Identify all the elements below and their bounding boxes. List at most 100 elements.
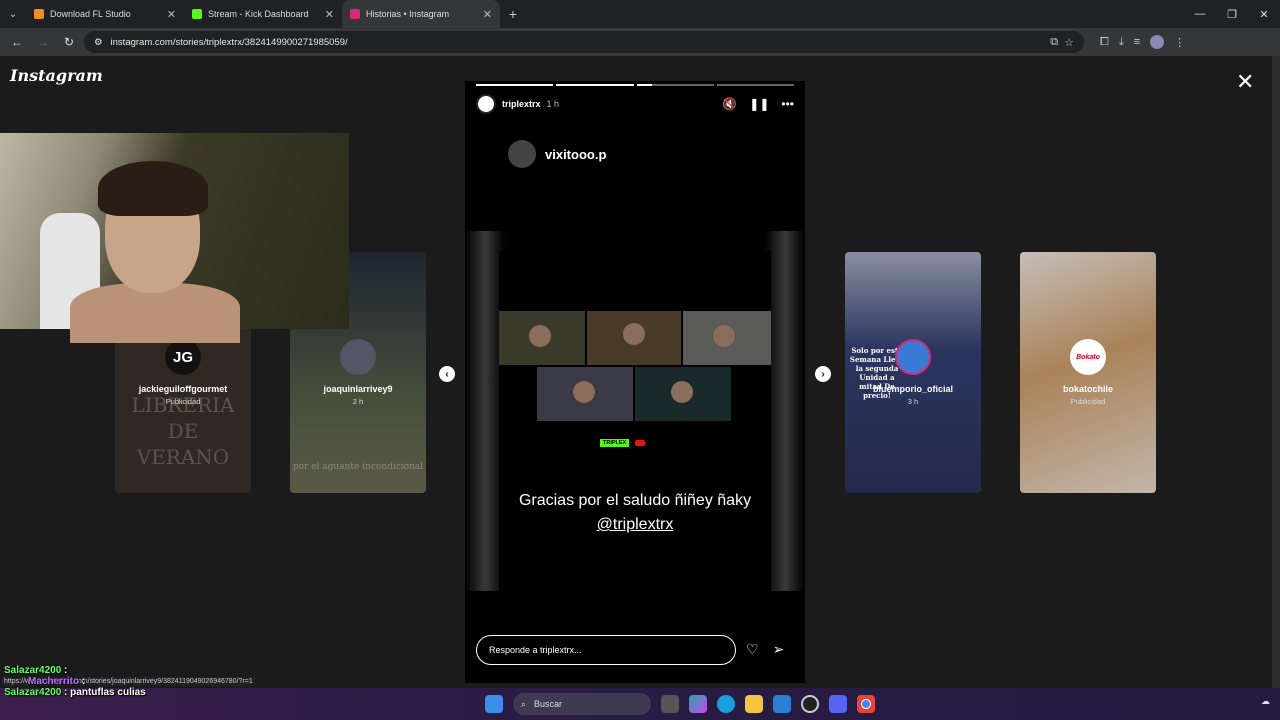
site-info-icon[interactable]: ⚙ bbox=[94, 37, 103, 48]
chat-username: Salazar4200 bbox=[4, 665, 62, 676]
avatar bbox=[895, 339, 931, 375]
close-tab-icon[interactable]: ✕ bbox=[483, 8, 492, 21]
video-tile bbox=[537, 367, 633, 421]
taskbar-search[interactable]: ⌕ Buscar bbox=[513, 693, 651, 715]
call-screenshot-grid bbox=[499, 311, 771, 421]
caption-text: Gracias por el saludo ñiñey ñaky bbox=[518, 492, 752, 509]
windows-start-icon[interactable] bbox=[485, 695, 503, 713]
forward-icon[interactable]: → bbox=[32, 31, 54, 53]
reply-input[interactable]: Responde a triplextrx... bbox=[476, 635, 736, 665]
mute-icon[interactable]: 🔇 bbox=[722, 97, 737, 111]
fl-studio-favicon-icon bbox=[34, 9, 44, 19]
maximize-icon[interactable]: ❐ bbox=[1216, 8, 1248, 21]
active-story[interactable]: triplextrx 1 h 🔇 ❚❚ ••• vixitooo.p TRIPL… bbox=[465, 81, 805, 683]
task-view-icon[interactable] bbox=[661, 695, 679, 713]
back-icon[interactable]: ← bbox=[6, 31, 28, 53]
more-options-icon[interactable]: ••• bbox=[781, 97, 794, 111]
stories-viewer: Instagram ✕ LIBRERIA DE VERANO JG jackie… bbox=[0, 56, 1272, 688]
menu-kebab-icon[interactable]: ⋮ bbox=[1174, 36, 1185, 49]
tab-fl-studio[interactable]: Download FL Studio ✕ bbox=[26, 0, 184, 28]
pause-icon[interactable]: ❚❚ bbox=[749, 97, 769, 111]
card-username: bokatochile bbox=[1062, 384, 1113, 394]
card-subtitle: Publicidad bbox=[1070, 397, 1106, 406]
bokato-logo: Bokato bbox=[1070, 339, 1106, 375]
instagram-logo[interactable]: Instagram bbox=[10, 66, 103, 85]
profile-avatar[interactable] bbox=[1150, 35, 1165, 49]
previous-story-arrow-icon[interactable]: ‹ bbox=[439, 366, 455, 382]
progress-segment bbox=[476, 84, 554, 86]
search-placeholder: Buscar bbox=[534, 699, 563, 709]
mention-avatar bbox=[508, 140, 536, 168]
youtube-icon bbox=[635, 440, 646, 446]
tab-instagram-stories[interactable]: Historias • Instagram ✕ bbox=[342, 0, 500, 28]
extensions-icon[interactable]: ⧠ bbox=[1100, 36, 1109, 49]
progress-segment bbox=[556, 84, 634, 86]
search-icon: ⌕ bbox=[521, 698, 527, 709]
store-icon[interactable] bbox=[773, 695, 791, 713]
progress-fill bbox=[636, 84, 652, 86]
brand-strip: TRIPLEX bbox=[600, 439, 646, 447]
video-tile bbox=[499, 311, 585, 365]
story-card-bokatochile[interactable]: Bokato bokatochile Publicidad bbox=[1020, 252, 1156, 493]
reload-icon[interactable]: ↻ bbox=[58, 31, 80, 53]
new-tab-icon[interactable]: + bbox=[500, 6, 526, 22]
story-caption: Gracias por el saludo ñiñey ñaky @triple… bbox=[465, 489, 805, 537]
file-explorer-icon[interactable] bbox=[745, 695, 763, 713]
like-heart-icon[interactable]: ♡ bbox=[746, 641, 759, 658]
taskbar: ⌕ Buscar ☁ bbox=[0, 688, 1280, 720]
tab-title: Download FL Studio bbox=[50, 9, 131, 19]
card-username: joaquinlarrivey9 bbox=[323, 384, 393, 394]
story-header: triplextrx 1 h 🔇 ❚❚ ••• bbox=[476, 93, 794, 115]
chrome-icon[interactable] bbox=[857, 695, 875, 713]
chat-message: Macherrito : bbox=[28, 676, 86, 687]
chat-username: Salazar4200 bbox=[4, 687, 62, 698]
progress-fill bbox=[476, 84, 554, 86]
close-window-icon[interactable]: ✕ bbox=[1248, 8, 1280, 21]
tab-search-icon[interactable]: ⌄ bbox=[0, 0, 26, 28]
download-icon[interactable]: ⤓ bbox=[1119, 36, 1124, 49]
story-card-bluemporio-oficial[interactable]: Solo por esta Semana Lleva la segunda Un… bbox=[845, 252, 981, 493]
window-controls: — ❐ ✕ bbox=[1184, 8, 1280, 21]
story-time: 1 h bbox=[546, 99, 560, 109]
address-bar[interactable]: ⚙ instagram.com/stories/triplextrx/38241… bbox=[84, 31, 1084, 53]
open-in-app-icon[interactable]: ⧉ bbox=[1050, 36, 1058, 49]
close-stories-icon[interactable]: ✕ bbox=[1236, 71, 1254, 93]
card-subtitle: Publicidad bbox=[165, 397, 201, 406]
story-avatar[interactable] bbox=[476, 94, 496, 114]
progress-fill bbox=[556, 84, 634, 86]
stream-chat-overlay: Salazar4200 : Macherrito : Salazar4200 :… bbox=[4, 665, 146, 698]
caption-mention-link[interactable]: @triplextrx bbox=[465, 513, 805, 537]
copilot-icon[interactable] bbox=[689, 695, 707, 713]
close-tab-icon[interactable]: ✕ bbox=[167, 8, 176, 21]
bookmark-star-icon[interactable]: ☆ bbox=[1064, 36, 1074, 49]
next-story-arrow-icon[interactable]: › bbox=[815, 366, 831, 382]
tab-kick-dashboard[interactable]: Stream - Kick Dashboard ✕ bbox=[184, 0, 342, 28]
avatar bbox=[340, 339, 376, 375]
chat-message: Salazar4200 : pantuflas culias bbox=[4, 687, 146, 698]
card-username: jackieguiloffgourmet bbox=[138, 384, 228, 394]
page-scrollbar[interactable] bbox=[1272, 56, 1280, 688]
story-username[interactable]: triplextrx bbox=[502, 99, 541, 109]
chat-username: Macherrito bbox=[28, 676, 80, 687]
onedrive-icon[interactable]: ☁ bbox=[1261, 696, 1270, 707]
url-text: instagram.com/stories/triplextrx/3824149… bbox=[110, 36, 348, 48]
progress-segment bbox=[716, 84, 794, 86]
close-tab-icon[interactable]: ✕ bbox=[325, 8, 334, 21]
send-icon[interactable]: ➢ bbox=[773, 641, 785, 658]
card-subtitle: 2 h bbox=[352, 397, 364, 406]
chat-message: Salazar4200 : bbox=[4, 665, 68, 676]
webcam-overlay bbox=[0, 133, 349, 343]
minimize-icon[interactable]: — bbox=[1184, 8, 1216, 21]
obs-icon[interactable] bbox=[801, 695, 819, 713]
edge-icon[interactable] bbox=[717, 695, 735, 713]
kick-favicon-icon bbox=[192, 9, 202, 19]
instagram-favicon-icon bbox=[350, 9, 360, 19]
progress-segment bbox=[636, 84, 714, 86]
discord-icon[interactable] bbox=[829, 695, 847, 713]
toolbar: ← → ↻ ⚙ instagram.com/stories/triplextrx… bbox=[0, 28, 1280, 56]
video-tile bbox=[587, 311, 681, 365]
mention-sticker[interactable]: vixitooo.p bbox=[508, 140, 606, 168]
reading-list-icon[interactable]: ≡ bbox=[1134, 36, 1140, 48]
system-tray: ☁ bbox=[1261, 696, 1270, 707]
story-edge-glow bbox=[765, 231, 805, 591]
